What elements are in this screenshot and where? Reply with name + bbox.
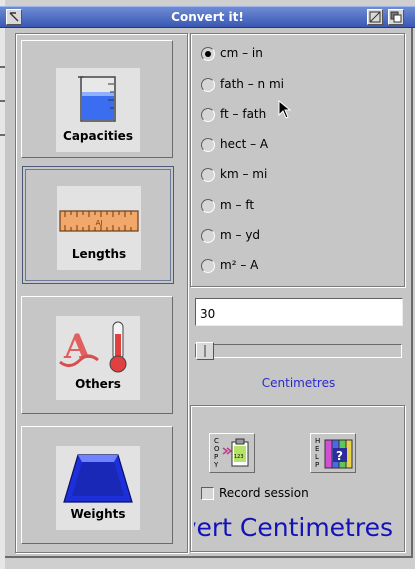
depth-button[interactable] — [388, 9, 404, 25]
window-title: Convert it! — [171, 10, 244, 24]
radio-button[interactable] — [201, 168, 215, 182]
radio-label: cm – in — [220, 46, 263, 60]
svg-text:E: E — [315, 445, 319, 453]
svg-text:P: P — [214, 453, 218, 461]
value-input[interactable] — [195, 298, 403, 326]
svg-text:L: L — [315, 453, 319, 461]
beaker-icon — [78, 76, 116, 122]
category-label: Capacities — [63, 129, 133, 143]
help-icon: H E L P ? — [315, 437, 353, 469]
category-label: Others — [75, 377, 121, 391]
mouse-cursor-icon — [278, 100, 292, 119]
radio-label: km – mi — [220, 167, 268, 181]
ruler-text: AI — [96, 219, 103, 227]
radio-label: m² – A — [220, 258, 259, 272]
svg-text:C: C — [214, 437, 219, 445]
status-text: Convert Centimetres — [194, 513, 393, 543]
category-lengths-button[interactable]: AI Lengths — [22, 166, 174, 284]
svg-text:P: P — [315, 461, 319, 469]
category-capacities-button[interactable]: Capacities — [21, 40, 173, 158]
help-button[interactable]: H E L P ? — [310, 433, 356, 473]
svg-text:O: O — [214, 445, 220, 453]
slider-knob[interactable] — [196, 342, 214, 360]
radio-label: m – yd — [220, 228, 261, 242]
copy-icon: C O P Y 123 — [213, 437, 249, 469]
status-text-content: Convert Centimetres — [194, 513, 393, 542]
category-tile: Capacities — [56, 68, 140, 152]
category-tile: Weights — [56, 446, 140, 530]
svg-text:?: ? — [336, 449, 343, 463]
conversion-list-panel — [190, 33, 405, 287]
record-session-checkbox[interactable] — [201, 487, 214, 500]
radio-button[interactable] — [201, 78, 215, 92]
radio-button[interactable] — [201, 199, 215, 213]
depth-icon — [390, 11, 402, 23]
title-bar[interactable]: Convert it! — [0, 6, 415, 28]
radio-button[interactable] — [201, 108, 215, 122]
unit-label: Centimetres — [261, 376, 336, 390]
svg-text:Y: Y — [213, 461, 219, 469]
radio-label: hect – A — [220, 137, 269, 151]
record-session-label: Record session — [219, 486, 309, 500]
radio-label: fath – n mi — [220, 77, 284, 91]
zoom-icon — [369, 11, 381, 23]
category-others-button[interactable]: A Others — [21, 296, 173, 414]
radio-button[interactable] — [201, 47, 215, 61]
radio-button[interactable] — [201, 229, 215, 243]
radio-button[interactable] — [201, 259, 215, 273]
thermometer-icon: A — [59, 321, 127, 373]
ruler-icon: AI — [59, 210, 139, 232]
svg-text:123: 123 — [234, 454, 244, 460]
category-label: Lengths — [71, 247, 127, 261]
category-tile: AI Lengths — [57, 186, 141, 270]
radio-label: m – ft — [220, 198, 255, 212]
svg-text:H: H — [315, 437, 320, 445]
category-tile: A Others — [56, 316, 140, 400]
value-slider[interactable] — [195, 342, 402, 360]
zoom-button[interactable] — [367, 9, 383, 25]
weight-icon — [63, 454, 133, 503]
category-weights-button[interactable]: Weights — [21, 426, 173, 544]
radio-label: ft – fath — [220, 107, 267, 121]
radio-button[interactable] — [201, 138, 215, 152]
copy-button[interactable]: C O P Y 123 — [209, 433, 255, 473]
category-label: Weights — [70, 507, 126, 521]
